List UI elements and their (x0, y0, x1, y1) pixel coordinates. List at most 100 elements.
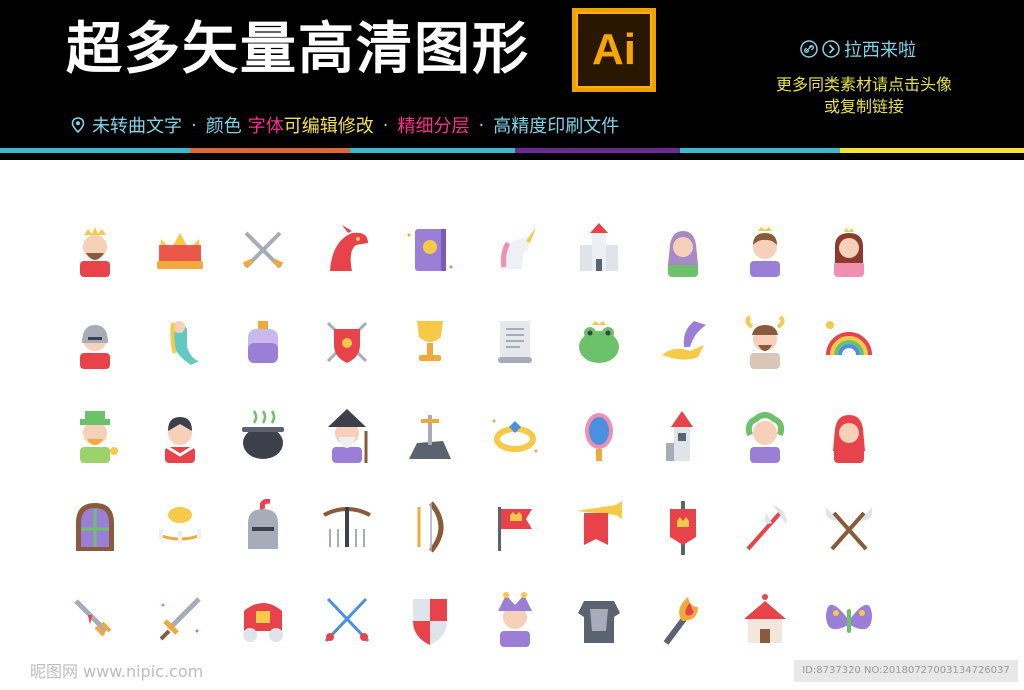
banner-icon (648, 493, 718, 563)
potion-icon (228, 307, 298, 377)
helmet-icon (228, 493, 298, 563)
queen-icon-graphic (834, 228, 864, 277)
feature-item: 高精度印刷文件 (493, 116, 620, 137)
potion-icon-graphic (248, 321, 278, 363)
promo-line: 或复制链接 (823, 97, 904, 116)
scroll-icon (480, 307, 550, 377)
vampire-icon-graphic (165, 417, 195, 463)
feature-separator: · (478, 114, 485, 136)
faun-icon-graphic (745, 315, 785, 369)
crossed-rapiers-icon (312, 585, 382, 655)
heraldic-shield-icon (395, 585, 465, 655)
leprechaun-icon-graphic (80, 411, 118, 463)
illustrator-logo-icon: Ai (572, 8, 656, 92)
bow-icon (395, 493, 465, 563)
stained-window-icon (60, 493, 130, 563)
gingerbread-house-icon-graphic (744, 594, 786, 643)
king-icon-graphic (80, 227, 110, 277)
goblet-icon (395, 307, 465, 377)
vampire-icon (145, 401, 215, 471)
brand[interactable]: 拉西来啦 (800, 36, 916, 62)
sword-in-stone-icon (395, 401, 465, 471)
magic-ring-icon-graphic (492, 419, 538, 453)
chandelier-icon (145, 493, 215, 563)
feature-item: 精细分层 (397, 116, 470, 137)
crossed-axes-icon (814, 493, 884, 563)
knight-icon-graphic (80, 325, 110, 369)
magic-sword-icon (145, 585, 215, 655)
scroll-icon-graphic (498, 321, 532, 363)
battle-axe-icon (730, 493, 800, 563)
castle-icon (564, 215, 634, 285)
princess-icon (730, 215, 800, 285)
goblet-icon-graphic (417, 321, 443, 361)
faun-icon (730, 307, 800, 377)
mermaid-icon-graphic (170, 321, 199, 365)
spell-book-icon (395, 215, 465, 285)
chandelier-icon-graphic (158, 507, 202, 543)
unicorn-icon-graphic (499, 227, 536, 269)
torch-icon-graphic (663, 597, 698, 645)
feature-item: 字体 (247, 116, 284, 137)
bloody-dagger-icon (60, 585, 130, 655)
wizard-icon-graphic (328, 409, 368, 463)
banner-title: 超多矢量高清图形 (66, 17, 530, 82)
bow-icon-graphic (417, 501, 444, 553)
heraldic-shield-icon-graphic (413, 599, 447, 645)
fairy-wings-icon-graphic (826, 604, 872, 633)
knight-icon (60, 307, 130, 377)
feature-separator: · (382, 114, 389, 136)
link-icon (800, 40, 818, 58)
crossbow-icon (312, 493, 382, 563)
banner-icon-graphic (670, 501, 696, 555)
magic-lamp-icon (648, 307, 718, 377)
medusa-icon (730, 401, 800, 471)
image-id-label: ID:8737320 NO:20180727003134726037 (794, 660, 1018, 682)
helmet-icon-graphic (248, 499, 278, 549)
color-stripe (840, 148, 1024, 153)
location-pin-icon (71, 117, 85, 133)
unicorn-icon (480, 215, 550, 285)
flag-icon (480, 493, 550, 563)
magic-ring-icon (480, 401, 550, 471)
tower-icon-graphic (666, 411, 693, 461)
torch-icon (648, 585, 718, 655)
feature-separator: · (191, 114, 197, 136)
magic-sword-icon-graphic (159, 597, 201, 641)
bloody-dagger-icon-graphic (74, 599, 112, 637)
crossed-swords-icon-graphic (242, 231, 284, 269)
feature-item: 未转曲文字 (92, 116, 182, 137)
stained-window-icon-graphic (76, 503, 114, 551)
color-stripe (350, 148, 515, 153)
mermaid-icon (145, 307, 215, 377)
battle-axe-icon-graphic (746, 505, 787, 551)
promo-line: 更多同类素材请点击头像 (775, 75, 952, 94)
carriage-icon (228, 585, 298, 655)
sword-in-stone-icon-graphic (409, 415, 451, 459)
jester-icon-graphic (498, 592, 532, 647)
brand-name: 拉西来啦 (844, 40, 916, 61)
tower-icon (648, 401, 718, 471)
jester-icon (480, 585, 550, 655)
crossbow-icon-graphic (323, 507, 371, 547)
crown-icon-graphic (157, 233, 203, 269)
wizard-icon (312, 401, 382, 471)
frog-prince-icon (564, 307, 634, 377)
rainbow-icon-graphic (826, 321, 872, 356)
elf-icon (648, 215, 718, 285)
site-watermark: 昵图网 www.nipic.com (30, 662, 204, 681)
magic-mirror-icon-graphic (585, 413, 613, 461)
crossed-rapiers-icon-graphic (324, 597, 370, 643)
cauldron-icon-graphic (242, 410, 284, 459)
red-riding-hood-icon (814, 401, 884, 471)
flag-icon-graphic (498, 507, 532, 551)
ai-badge-text: Ai (576, 12, 652, 88)
color-stripe (190, 148, 350, 153)
crown-icon (145, 215, 215, 285)
header-banner: 超多矢量高清图形 Ai 未转曲文字 · 颜色 字体 可编辑修改 · 精细分层 ·… (0, 0, 1024, 160)
red-riding-hood-icon-graphic (833, 415, 865, 463)
crossed-axes-icon-graphic (825, 507, 873, 551)
castle-icon-graphic (580, 223, 618, 271)
carriage-icon-graphic (243, 603, 283, 642)
spell-book-icon-graphic (407, 229, 453, 271)
